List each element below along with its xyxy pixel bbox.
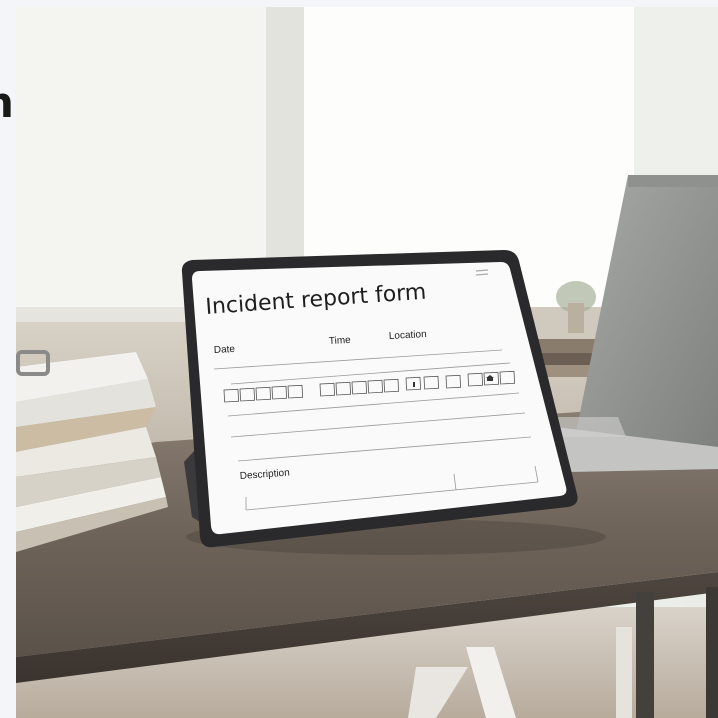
location-label: Location — [389, 329, 427, 342]
photo-scene: Incident report form Date Time Location — [16, 7, 718, 718]
photo-illustration: Incident report form Date Time Location — [16, 7, 718, 718]
cropped-heading-letter: n — [0, 82, 14, 124]
time-label: Time — [329, 335, 352, 347]
tablet: Incident report form Date Time Location — [181, 250, 578, 548]
location-pin-icon — [413, 382, 415, 387]
date-label: Date — [214, 344, 236, 356]
